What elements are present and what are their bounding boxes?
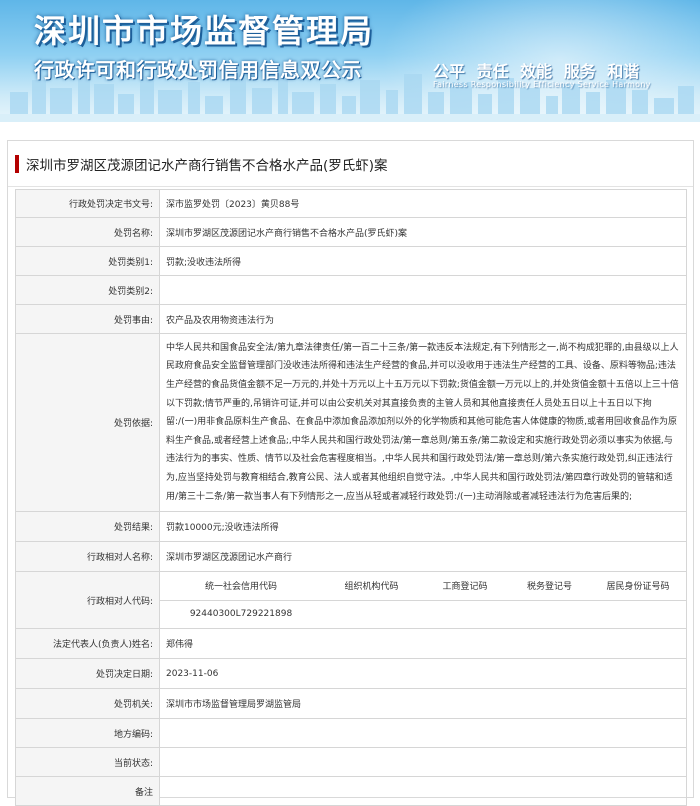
row-penalty-result: 处罚结果: 罚款10000元;没收违法所得 <box>15 511 687 542</box>
code-header-tax: 税务登记号 <box>509 572 590 601</box>
row-value: 郑伟得 <box>159 628 687 659</box>
row-label: 处罚类别1: <box>15 246 160 276</box>
row-penalty-reason: 处罚事由: 农产品及农用物资违法行为 <box>15 304 687 334</box>
row-decision-number: 行政处罚决定书文号: 深市监罗处罚〔2023〕黄贝88号 <box>15 189 687 218</box>
codes-value-row: 92440300L729221898 <box>160 600 686 628</box>
row-value <box>159 747 687 777</box>
row-label: 处罚决定日期: <box>15 658 160 689</box>
row-value: 2023-11-06 <box>159 658 687 689</box>
row-label: 当前状态: <box>15 747 160 777</box>
row-decision-date: 处罚决定日期: 2023-11-06 <box>15 658 687 689</box>
row-value: 深圳市罗湖区茂源团记水产商行 <box>159 541 687 572</box>
row-label: 法定代表人(负责人)姓名: <box>15 628 160 659</box>
row-value <box>159 718 687 748</box>
row-label: 备注 <box>15 776 160 806</box>
banner-title: 深圳市市场监督管理局 <box>34 12 375 50</box>
row-label: 处罚事由: <box>15 304 160 334</box>
row-current-status: 当前状态: <box>15 747 687 777</box>
case-info-table: 行政处罚决定书文号: 深市监罗处罚〔2023〕黄贝88号 处罚名称: 深圳市罗湖… <box>15 189 687 806</box>
banner-subtitle: 行政许可和行政处罚信用信息双公示 <box>34 58 362 82</box>
row-label: 行政相对人代码: <box>15 571 160 629</box>
case-header: 深圳市罗湖区茂源团记水产商行销售不合格水产品(罗氏虾)案 <box>8 141 693 187</box>
party-codes-cell: 统一社会信用代码 组织机构代码 工商登记码 税务登记号 居民身份证号码 9244… <box>159 571 687 629</box>
row-penalty-name: 处罚名称: 深圳市罗湖区茂源团记水产商行销售不合格水产品(罗氏虾)案 <box>15 217 687 247</box>
row-value <box>159 275 687 305</box>
row-party-codes: 行政相对人代码: 统一社会信用代码 组织机构代码 工商登记码 税务登记号 居民身… <box>15 571 687 629</box>
banner-motto-english: Fairness Responsibility Efficiency Servi… <box>433 80 651 89</box>
row-value: 罚款10000元;没收违法所得 <box>159 511 687 542</box>
row-party-name: 行政相对人名称: 深圳市罗湖区茂源团记水产商行 <box>15 541 687 572</box>
code-value-credit: 92440300L729221898 <box>189 609 293 620</box>
row-label: 处罚类别2: <box>15 275 160 305</box>
party-codes-table: 统一社会信用代码 组织机构代码 工商登记码 税务登记号 居民身份证号码 9244… <box>160 572 686 628</box>
row-legal-representative: 法定代表人(负责人)姓名: 郑伟得 <box>15 628 687 659</box>
row-label: 处罚机关: <box>15 688 160 719</box>
row-value: 罚款;没收违法所得 <box>159 246 687 276</box>
code-value-tax <box>509 600 590 628</box>
site-banner: 深圳市市场监督管理局 行政许可和行政处罚信用信息双公示 公平 责任 效能 服务 … <box>0 0 700 122</box>
code-value-business <box>421 600 509 628</box>
row-label: 地方编码: <box>15 718 160 748</box>
code-header-business: 工商登记码 <box>421 572 509 601</box>
code-value-org <box>322 600 421 628</box>
code-header-credit: 统一社会信用代码 <box>160 572 322 601</box>
row-value: 深圳市市场监督管理局罗湖监管局 <box>159 688 687 719</box>
code-header-id: 居民身份证号码 <box>590 572 686 601</box>
row-region-code: 地方编码: <box>15 718 687 748</box>
banner-motto: 公平 责任 效能 服务 和谐 <box>433 62 640 81</box>
codes-header-row: 统一社会信用代码 组织机构代码 工商登记码 税务登记号 居民身份证号码 <box>160 572 686 601</box>
row-label: 行政处罚决定书文号: <box>15 189 160 218</box>
row-penalty-category-1: 处罚类别1: 罚款;没收违法所得 <box>15 246 687 276</box>
row-label: 处罚结果: <box>15 511 160 542</box>
row-label: 处罚依据: <box>15 333 160 512</box>
row-value: 中华人民共和国食品安全法/第九章法律责任/第一百二十三条/第一款违反本法规定,有… <box>159 333 687 512</box>
code-header-org: 组织机构代码 <box>322 572 421 601</box>
title-accent-bar <box>15 154 19 173</box>
row-remarks: 备注 <box>15 776 687 806</box>
case-detail-panel: 深圳市罗湖区茂源团记水产商行销售不合格水产品(罗氏虾)案 行政处罚决定书文号: … <box>7 140 694 806</box>
row-penalty-authority: 处罚机关: 深圳市市场监督管理局罗湖监管局 <box>15 688 687 719</box>
row-penalty-category-2: 处罚类别2: <box>15 275 687 305</box>
row-label: 处罚名称: <box>15 217 160 247</box>
row-value: 深市监罗处罚〔2023〕黄贝88号 <box>159 189 687 218</box>
row-value <box>159 776 687 806</box>
code-value-id <box>590 600 686 628</box>
row-label: 行政相对人名称: <box>15 541 160 572</box>
case-title: 深圳市罗湖区茂源团记水产商行销售不合格水产品(罗氏虾)案 <box>26 157 388 174</box>
row-value: 农产品及农用物资违法行为 <box>159 304 687 334</box>
row-value: 深圳市罗湖区茂源团记水产商行销售不合格水产品(罗氏虾)案 <box>159 217 687 247</box>
row-legal-basis: 处罚依据: 中华人民共和国食品安全法/第九章法律责任/第一百二十三条/第一款违反… <box>15 333 687 512</box>
